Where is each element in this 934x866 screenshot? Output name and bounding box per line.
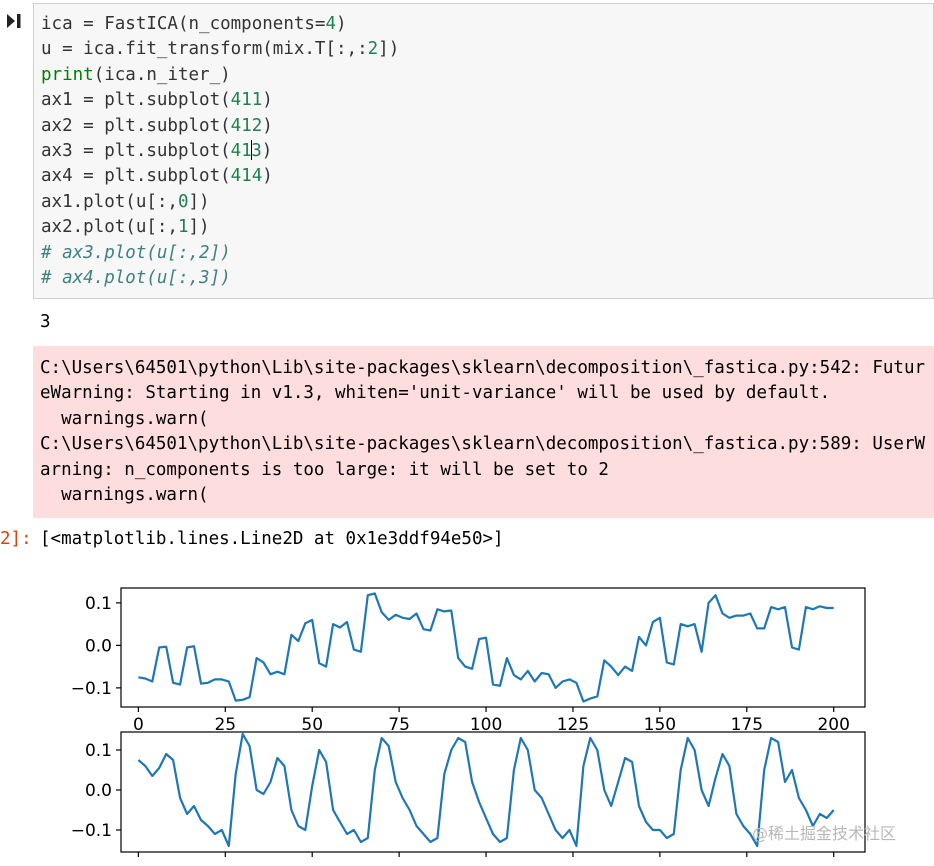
code-token: 1 (177, 217, 189, 238)
code-line: ax4 = plt.subplot(414) (41, 164, 399, 189)
code-token: 412 (230, 115, 263, 136)
warning-line: C:\Users\64501\python\Lib\site-packages\… (40, 434, 926, 455)
code-token: ]) (188, 217, 210, 238)
result-repr: [<matplotlib.lines.Line2D at 0x1e3ddf94e… (40, 529, 504, 549)
code-token: 3 (251, 141, 262, 162)
code-cell-input[interactable]: ica = FastICA(n_components=4) u = ica.fit… (33, 3, 934, 299)
code-line: ax3 = plt.subplot(413) (41, 139, 399, 164)
stdout-output: 3 (40, 312, 51, 332)
code-token: 4 (325, 14, 337, 34)
code-token: ]) (378, 39, 400, 60)
code-token: ) (261, 141, 273, 162)
warning-line: warnings.warn( (40, 408, 209, 429)
warning-text: C:\Users\64501\python\Lib\site-packages\… (40, 356, 925, 508)
subplot-1: 0.10.0−0.10 25 50 75 100 125 150 175 200 (71, 587, 866, 735)
y-tick-label: 0.0 (85, 781, 112, 801)
code-token: 41 (230, 141, 252, 162)
code-token: print (41, 64, 94, 85)
series-line (138, 592, 834, 703)
code-token: ax1.plot(u[:, (41, 191, 178, 212)
code-token: ) (336, 14, 347, 34)
code-token: ]) (188, 191, 210, 212)
code-line: print(ica.n_iter_) (41, 63, 399, 88)
code-line: ax2 = plt.subplot(412) (41, 114, 399, 139)
warning-line: warnings.warn( (40, 485, 209, 506)
warning-line: arning: n_components is too large: it wi… (40, 459, 609, 480)
code-line: ax2.plot(u[:,1]) (41, 215, 399, 240)
code-editor[interactable]: ica = FastICA(n_components=4) u = ica.fit… (41, 12, 399, 291)
code-token: 2 (367, 39, 379, 60)
code-token: u = ica.fit_transform(mix.T[:,: (41, 39, 368, 60)
series-line (137, 732, 835, 848)
y-tick-label: 0.0 (85, 636, 112, 656)
code-line: # ax3.plot(u[:,2]) (41, 241, 399, 266)
watermark: @稀土掘金技术社区 (752, 824, 897, 843)
code-token: ax2.plot(u[:, (41, 217, 178, 238)
code-token: ax1 = plt.subplot( (41, 90, 231, 111)
y-tick-label: 0.1 (85, 594, 112, 614)
y-tick-label: −0.1 (71, 679, 112, 699)
code-line: # ax4.plot(u[:,3]) (41, 266, 399, 291)
code-token: ) (262, 90, 273, 111)
code-token: ax4 = plt.subplot( (41, 166, 231, 187)
code-token: (ica.n_iter_) (93, 64, 231, 85)
code-token: ) (262, 115, 273, 136)
code-line: u = ica.fit_transform(mix.T[:,:2]) (41, 37, 399, 62)
code-token: ) (262, 166, 273, 187)
y-tick-label: −0.1 (71, 821, 112, 841)
stderr-output: C:\Users\64501\python\Lib\site-packages\… (33, 346, 934, 518)
warning-line: eWarning: Starting in v1.3, whiten='unit… (40, 383, 831, 404)
code-line: ax1.plot(u[:,0]) (41, 190, 399, 215)
code-token: 411 (230, 90, 263, 111)
code-line: ax1 = plt.subplot(411) (41, 88, 399, 113)
code-token: 414 (230, 166, 263, 187)
run-cell-icon[interactable] (6, 12, 22, 30)
code-line: ica = FastICA(n_components=4) (41, 12, 399, 37)
code-token: ax3 = plt.subplot( (41, 141, 231, 162)
warning-line: C:\Users\64501\python\Lib\site-packages\… (40, 358, 926, 378)
y-tick-label: 0.1 (85, 741, 112, 761)
code-token: 0 (177, 191, 189, 212)
code-token: # ax4.plot(u[:,3]) (41, 268, 231, 289)
code-token: ica = FastICA(n_components= (41, 14, 326, 34)
code-token: # ax3.plot(u[:,2]) (41, 242, 231, 263)
subplot-2: 0.1 0.0 −0.1 (71, 731, 866, 857)
code-token: ax2 = plt.subplot( (41, 115, 231, 136)
output-prompt: 2]: (0, 529, 32, 549)
